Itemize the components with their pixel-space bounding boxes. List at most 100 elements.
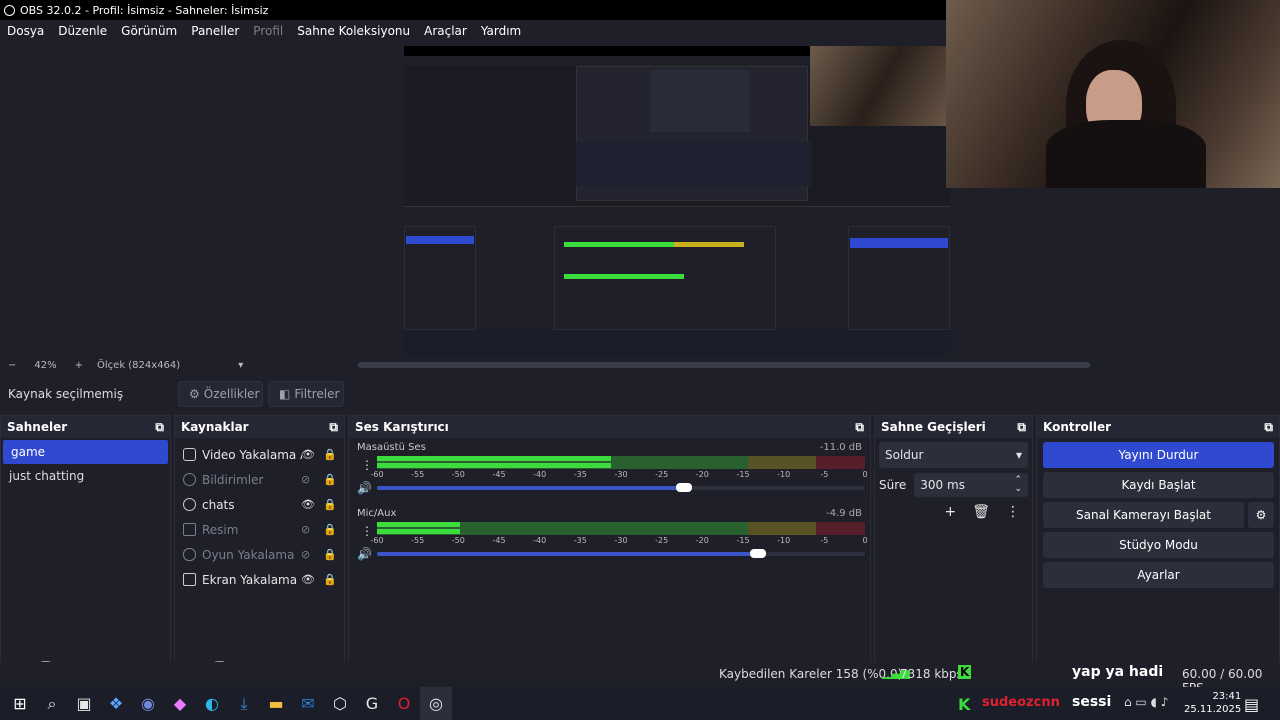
eye-off-icon[interactable]: ⊘ bbox=[301, 473, 310, 486]
zoom-in-button[interactable]: + bbox=[75, 360, 83, 371]
meter-tick-label: -30 bbox=[614, 536, 628, 545]
start-recording-button[interactable]: Kaydı Başlat bbox=[1043, 472, 1274, 498]
lock-icon[interactable]: 🔒 bbox=[323, 473, 337, 486]
meter-tick-label: -25 bbox=[655, 470, 669, 479]
kebab-menu-icon[interactable]: ⋮ bbox=[1006, 504, 1020, 520]
filters-button[interactable]: ◧ Filtreler bbox=[268, 381, 344, 407]
eye-icon[interactable]: 👁 bbox=[301, 448, 315, 461]
source-item[interactable]: Video Yakalama Ay👁🔒 bbox=[175, 442, 344, 467]
source-item[interactable]: Oyun Yakalama ⊘ 🔒 bbox=[175, 542, 344, 567]
properties-button[interactable]: ⚙ Özellikler bbox=[178, 381, 263, 407]
opera-icon[interactable]: O bbox=[388, 687, 420, 720]
track-name: Masaüstü Ses bbox=[357, 442, 426, 453]
meter-scale: -60 -55 -50 -45 -40 -35 -30 -25 -20 -15 -10 -5 0 bbox=[370, 536, 867, 546]
scene-item[interactable]: game bbox=[3, 440, 168, 464]
menu-yardim[interactable]: Yardım bbox=[474, 24, 528, 38]
meter-tick-label: -60 bbox=[370, 470, 384, 479]
source-item[interactable]: Bildirimler ⊘ 🔒 bbox=[175, 467, 344, 492]
obs-taskbar-icon[interactable]: ◎ bbox=[420, 687, 452, 720]
meter-tick-label: -20 bbox=[695, 536, 709, 545]
settings-button[interactable]: Ayarlar bbox=[1043, 562, 1274, 588]
edge-icon[interactable]: ◐ bbox=[196, 687, 228, 720]
meter-tick-label: -25 bbox=[655, 536, 669, 545]
discord-icon[interactable]: ◉ bbox=[132, 687, 164, 720]
search-icon[interactable]: ⌕ bbox=[36, 687, 68, 720]
duration-input[interactable]: 300 ms ⌃ ⌄ bbox=[914, 473, 1028, 497]
preview-horizontal-scrollbar[interactable] bbox=[358, 362, 1090, 368]
eye-off-icon[interactable]: ⊘ bbox=[301, 523, 310, 536]
volume-slider-knob[interactable] bbox=[676, 483, 693, 492]
globe-icon bbox=[183, 473, 196, 486]
lock-icon[interactable]: 🔒 bbox=[323, 448, 337, 461]
eye-off-icon[interactable]: ⊘ bbox=[301, 548, 310, 561]
eye-icon[interactable]: 👁 bbox=[301, 498, 315, 511]
undock-icon[interactable]: ⧉ bbox=[1017, 420, 1026, 435]
virtual-camera-settings-gear-icon[interactable]: ⚙ bbox=[1248, 502, 1274, 528]
meter-tick-label: -50 bbox=[451, 470, 465, 479]
lock-icon[interactable]: 🔒 bbox=[323, 548, 337, 561]
status-bar: Kaybedilen Kareler 158 (%0.0) ▁▃▅ 7318 k… bbox=[0, 662, 1280, 695]
transition-select[interactable]: Soldur ▾ bbox=[879, 442, 1028, 468]
trash-icon[interactable]: 🗑 bbox=[972, 504, 990, 520]
controls-dock: Kontroller ⧉ Yayını Durdur Kaydı Başlat S… bbox=[1036, 415, 1280, 685]
stop-streaming-button[interactable]: Yayını Durdur bbox=[1043, 442, 1274, 468]
app-icon[interactable]: ❖ bbox=[100, 687, 132, 720]
lock-icon[interactable]: 🔒 bbox=[323, 573, 337, 586]
scene-item[interactable]: just chatting bbox=[1, 464, 170, 488]
volume-slider-knob[interactable] bbox=[749, 549, 766, 558]
overlay-text: sessi bbox=[1072, 694, 1112, 710]
menu-dosya[interactable]: Dosya bbox=[0, 24, 51, 38]
menu-gorunum[interactable]: Görünüm bbox=[114, 24, 184, 38]
menu-araclar[interactable]: Araçlar bbox=[417, 24, 474, 38]
task-view-icon[interactable]: ▣ bbox=[68, 687, 100, 720]
menu-paneller[interactable]: Paneller bbox=[184, 24, 246, 38]
outlook-icon[interactable]: ✉ bbox=[292, 687, 324, 720]
windows-start-icon[interactable]: ⊞ bbox=[4, 687, 36, 720]
zoom-out-button[interactable]: − bbox=[8, 360, 16, 371]
chevron-down-icon: ▾ bbox=[1015, 448, 1022, 462]
meter-tick-label: -10 bbox=[777, 536, 791, 545]
kick-logo-icon: K bbox=[958, 695, 971, 714]
scale-dropdown-icon[interactable]: ▾ bbox=[238, 360, 243, 371]
lock-icon[interactable]: 🔒 bbox=[323, 523, 337, 536]
studio-mode-button[interactable]: Stüdyo Modu bbox=[1043, 532, 1274, 558]
undock-icon[interactable]: ⧉ bbox=[855, 420, 864, 435]
controls-title: Kontroller bbox=[1043, 420, 1112, 434]
tray-icons[interactable]: ⌂ ▭ ◖ ♪ bbox=[1124, 695, 1168, 709]
scale-label: Ölçek (824x464) bbox=[97, 359, 181, 371]
zoom-value: 42% bbox=[34, 359, 57, 371]
source-item[interactable]: chats 👁 🔒 bbox=[175, 492, 344, 517]
notification-icon[interactable]: ▤ bbox=[1244, 695, 1259, 714]
download-icon[interactable]: ⤓ bbox=[228, 687, 260, 720]
volume-slider[interactable] bbox=[377, 483, 865, 492]
meter-tick-label: -40 bbox=[533, 470, 547, 479]
source-item[interactable]: Ekran Yakalama 👁 🔒 bbox=[175, 567, 344, 592]
scenes-title: Sahneler bbox=[7, 420, 68, 434]
lock-icon[interactable]: 🔒 bbox=[323, 498, 337, 511]
eye-icon[interactable]: 👁 bbox=[301, 573, 315, 586]
menu-sahne-koleksiyonu[interactable]: Sahne Koleksiyonu bbox=[290, 24, 417, 38]
system-clock[interactable]: 23:41 25.11.2025 bbox=[1184, 690, 1241, 716]
g-app-icon[interactable]: G bbox=[356, 687, 388, 720]
windows-taskbar: ⊞ ⌕ ▣ ❖ ◉ ◆ ◐ ⤓ ▬ ✉ ⬡ G O ◎ K sudeozcnn … bbox=[0, 687, 1280, 720]
volume-slider[interactable] bbox=[377, 549, 865, 558]
mixer-track: Mic/Aux -4.9 dB ⋮ -60 -55 -50 -45 -40 -35 -30-… bbox=[349, 504, 870, 570]
add-icon[interactable]: + bbox=[944, 504, 956, 520]
speaker-icon[interactable]: 🔊 bbox=[357, 547, 372, 561]
obs-logo-icon bbox=[4, 4, 15, 16]
sources-title: Kaynaklar bbox=[181, 420, 249, 434]
scene-transitions-dock: Sahne Geçişleri ⧉ Soldur ▾ Süre 300 ms ⌃ ⌄ +… bbox=[874, 415, 1033, 685]
menu-profil[interactable]: Profil bbox=[246, 24, 290, 38]
meter-tick-label: -55 bbox=[411, 470, 425, 479]
source-item[interactable]: Resim ⊘ 🔒 bbox=[175, 517, 344, 542]
folder-icon[interactable]: ▬ bbox=[260, 687, 292, 720]
undock-icon[interactable]: ⧉ bbox=[155, 420, 164, 435]
start-virtual-camera-button[interactable]: Sanal Kamerayı Başlat bbox=[1043, 502, 1244, 528]
copilot-icon[interactable]: ◆ bbox=[164, 687, 196, 720]
unity-icon[interactable]: ⬡ bbox=[324, 687, 356, 720]
undock-icon[interactable]: ⧉ bbox=[1264, 420, 1273, 435]
undock-icon[interactable]: ⧉ bbox=[329, 420, 338, 435]
menu-duzenle[interactable]: Düzenle bbox=[51, 24, 114, 38]
stepper-icon[interactable]: ⌃ ⌄ bbox=[1014, 476, 1022, 494]
speaker-icon[interactable]: 🔊 bbox=[357, 481, 372, 495]
